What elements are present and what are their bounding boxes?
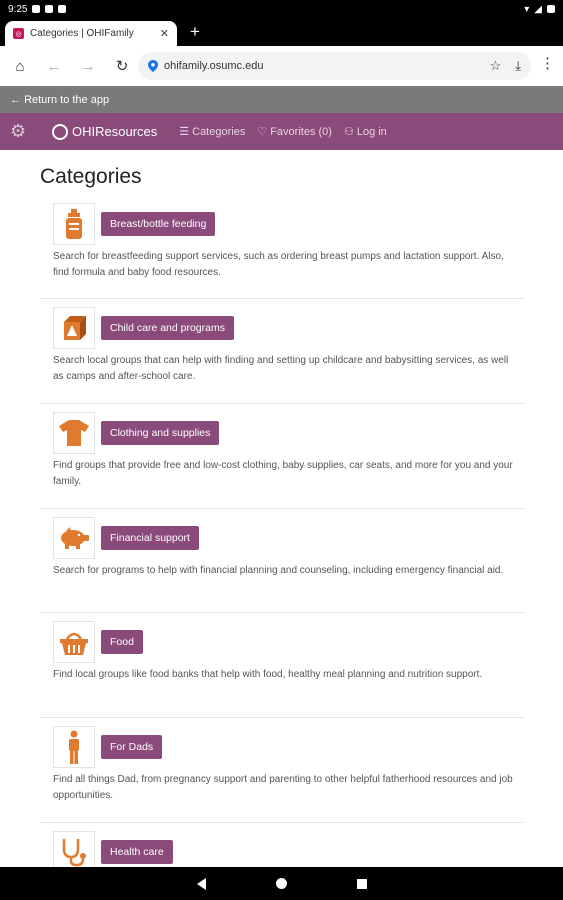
menu-icon[interactable]: ⋮: [540, 54, 555, 72]
recents-nav-icon[interactable]: [356, 878, 367, 889]
category-button-financial-support[interactable]: Financial support: [101, 526, 199, 550]
tab-strip: ◎ Categories | OHIFamily ✕ +: [0, 18, 563, 46]
page-title: Categories: [40, 165, 142, 188]
notification-icon: [32, 5, 41, 13]
wifi-icon: ▾: [524, 3, 530, 15]
close-tab-icon[interactable]: ✕: [160, 27, 169, 40]
shirt-icon: [53, 412, 95, 454]
system-navigation-bar: [0, 867, 563, 900]
browser-tab[interactable]: ◎ Categories | OHIFamily ✕: [5, 21, 177, 46]
category-item: Health care: [40, 831, 524, 867]
category-button-for-dads[interactable]: For Dads: [101, 735, 163, 759]
location-pin-icon: [148, 60, 158, 72]
return-to-app-bar[interactable]: ← Return to the app: [0, 86, 563, 113]
browser-toolbar: ⌂ ← → ↻ ohifamily.osumc.edu ☆ ⤓ ⋮: [0, 46, 563, 86]
category-item: For Dads Find all things Dad, from pregn…: [40, 726, 524, 823]
forward-icon[interactable]: →: [76, 54, 100, 78]
site-navbar: ⚙ OHIResources ☰ Categories ♡ Favorites …: [0, 113, 563, 150]
tab-title: Categories | OHIFamily: [30, 28, 134, 39]
category-button-child-care[interactable]: Child care and programs: [101, 316, 234, 340]
category-button-food[interactable]: Food: [101, 630, 143, 654]
notification-icon: [58, 5, 67, 13]
home-nav-icon[interactable]: [275, 878, 287, 889]
address-bar[interactable]: ohifamily.osumc.edu ☆ ⤓: [138, 52, 531, 80]
category-item: Breast/bottle feeding Search for breastf…: [40, 203, 524, 299]
nav-link-label: Favorites (0): [270, 125, 332, 138]
battery-icon: [547, 5, 555, 13]
category-description: Find all things Dad, from pregnancy supp…: [53, 774, 513, 801]
bookmark-star-icon[interactable]: ☆: [490, 58, 502, 74]
category-description: Search for programs to help with financi…: [53, 565, 504, 576]
stethoscope-icon: [53, 831, 95, 867]
home-icon[interactable]: ⌂: [8, 54, 32, 78]
reload-icon[interactable]: ↻: [110, 54, 134, 78]
category-button-breast-bottle-feeding[interactable]: Breast/bottle feeding: [101, 212, 216, 236]
back-nav-icon[interactable]: [196, 877, 206, 890]
category-item: Child care and programs Search local gro…: [40, 307, 524, 404]
status-time: 9:25: [8, 3, 28, 15]
category-item: Financial support Search for programs to…: [40, 517, 524, 613]
category-description: Find groups that provide free and low-co…: [53, 460, 513, 487]
man-icon: [53, 726, 95, 768]
return-label: Return to the app: [24, 93, 110, 106]
url-text: ohifamily.osumc.edu: [164, 60, 264, 72]
signal-icon: ◢: [534, 3, 542, 15]
toy-block-icon: [53, 307, 95, 349]
brand-name: OHIResources: [72, 124, 158, 139]
nav-link-login[interactable]: ⚇ Log in: [343, 125, 387, 139]
category-description: Search local groups that can help with f…: [53, 355, 509, 382]
heart-icon: ♡: [257, 126, 268, 138]
user-icon: ⚇: [343, 126, 354, 138]
piggy-bank-icon: [53, 517, 95, 559]
brand-logo-link[interactable]: OHIResources: [52, 123, 158, 140]
gear-icon[interactable]: ⚙: [10, 121, 32, 142]
notification-icon: [45, 5, 54, 13]
category-description: Search for breastfeeding support service…: [53, 251, 504, 278]
status-bar: 9:25 ▾ ◢: [0, 0, 563, 18]
category-item: Food Find local groups like food banks t…: [40, 621, 524, 718]
download-icon[interactable]: ⤓: [515, 58, 521, 74]
page-content: Categories Breast/bottle feeding Search …: [0, 150, 563, 867]
nav-link-categories[interactable]: ☰ Categories: [179, 125, 246, 139]
category-item: Clothing and supplies Find groups that p…: [40, 412, 524, 509]
category-button-health-care[interactable]: Health care: [101, 840, 173, 864]
category-button-clothing[interactable]: Clothing and supplies: [101, 421, 220, 445]
arrow-left-icon: ←: [10, 93, 25, 106]
list-icon: ☰: [179, 126, 190, 138]
basket-icon: [53, 621, 95, 663]
favicon-icon: ◎: [13, 28, 24, 39]
new-tab-button[interactable]: +: [190, 22, 200, 42]
nav-link-label: Categories: [192, 125, 246, 138]
back-icon[interactable]: ←: [42, 54, 66, 78]
nav-link-favorites[interactable]: ♡ Favorites (0): [257, 125, 332, 139]
bottle-icon: [53, 203, 95, 245]
category-description: Find local groups like food banks that h…: [53, 669, 483, 680]
nav-link-label: Log in: [356, 125, 387, 138]
logo-icon: [52, 123, 68, 140]
